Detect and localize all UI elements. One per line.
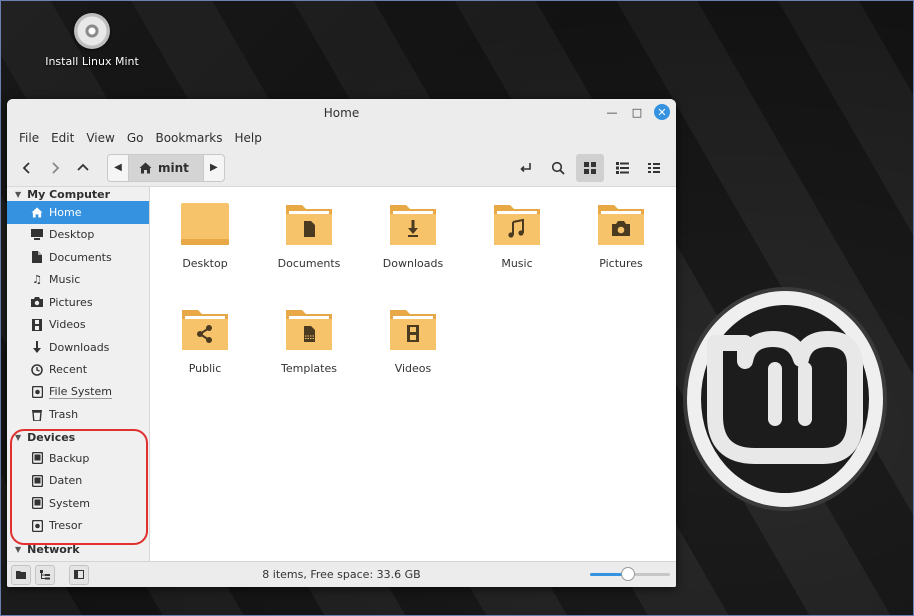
sidebar-item-videos[interactable]: Videos (7, 314, 149, 337)
path-left-arrow[interactable]: ◀ (108, 155, 128, 181)
list-icon (615, 162, 629, 174)
devices-highlight-annotation (10, 429, 148, 545)
mint-logo (683, 287, 887, 511)
file-view: Desktop Documents Downloads Music Pictur… (150, 187, 676, 561)
menu-go[interactable]: Go (121, 131, 150, 145)
sidebar-item-desktop[interactable]: Desktop (7, 224, 149, 247)
chevron-up-icon (77, 163, 89, 171)
sidebar: ▼ My Computer Home Desktop Documents ♫ M… (7, 187, 150, 561)
menu-help[interactable]: Help (229, 131, 268, 145)
folder-music-icon (494, 205, 540, 245)
grid-icon (584, 162, 596, 174)
search-button[interactable] (544, 154, 572, 182)
document-icon (31, 251, 43, 264)
camera-icon (31, 296, 43, 308)
icon-view-button[interactable] (576, 154, 604, 182)
folder-documents[interactable]: Documents (264, 201, 354, 270)
maximize-button[interactable]: □ (629, 104, 645, 120)
sidebar-item-recent[interactable]: Recent (7, 359, 149, 382)
compact-grid-icon (648, 163, 660, 173)
desktop-install-icon[interactable]: Install Linux Mint (39, 13, 145, 68)
sidebar-item-pictures[interactable]: Pictures (7, 291, 149, 314)
file-manager-window: Home — □ ✕ File Edit View Go Bookmarks H… (7, 99, 676, 587)
drive-icon (31, 386, 43, 399)
status-bar: 8 items, Free space: 33.6 GB (7, 561, 676, 587)
menu-bar: File Edit View Go Bookmarks Help (7, 127, 676, 149)
home-icon (31, 206, 43, 218)
forward-button[interactable] (41, 154, 69, 182)
sidebar-item-documents[interactable]: Documents (7, 246, 149, 269)
zoom-knob[interactable] (621, 567, 636, 581)
toolbar: ◀ mint ▶ (7, 149, 676, 187)
desktop-icon-label: Install Linux Mint (45, 55, 139, 68)
folder-icon (181, 203, 229, 245)
download-icon (31, 341, 43, 354)
menu-view[interactable]: View (80, 131, 120, 145)
trash-icon (31, 409, 43, 421)
triangle-down-icon: ▼ (15, 544, 22, 554)
sidebar-item-music[interactable]: ♫ Music (7, 269, 149, 292)
sidebar-header-my-computer[interactable]: ▼ My Computer (7, 187, 149, 201)
close-button[interactable]: ✕ (654, 104, 670, 120)
folder-desktop[interactable]: Desktop (160, 201, 250, 270)
path-bar: ◀ mint ▶ (107, 153, 225, 182)
path-right-arrow[interactable]: ▶ (204, 155, 224, 181)
minimize-button[interactable]: — (604, 104, 620, 120)
zoom-slider[interactable] (590, 567, 670, 581)
triangle-down-icon: ▼ (15, 189, 22, 199)
status-text: 8 items, Free space: 33.6 GB (262, 568, 421, 581)
chevron-left-icon (22, 161, 30, 174)
menu-edit[interactable]: Edit (45, 131, 80, 145)
sidebar-item-file-system[interactable]: File System (7, 381, 149, 404)
sidebar-item-downloads[interactable]: Downloads (7, 336, 149, 359)
folder-videos-icon (390, 310, 436, 350)
folder-videos[interactable]: Videos (368, 306, 458, 375)
folder-templates[interactable]: Templates (264, 306, 354, 375)
desktop-icon (31, 229, 43, 241)
path-crumb-home[interactable]: mint (128, 154, 204, 181)
music-icon: ♫ (32, 273, 42, 287)
sidebar-item-trash[interactable]: Trash (7, 404, 149, 427)
folder-downloads-icon (390, 205, 436, 245)
up-button[interactable] (69, 154, 97, 182)
folder-documents-icon (286, 205, 332, 245)
sidebar-item-home[interactable]: Home (7, 201, 149, 224)
menu-bookmarks[interactable]: Bookmarks (149, 131, 228, 145)
menu-file[interactable]: File (13, 131, 45, 145)
film-icon (31, 318, 43, 331)
folder-public[interactable]: Public (160, 306, 250, 375)
path-crumb-label: mint (158, 160, 189, 175)
enter-icon (520, 163, 531, 173)
title-bar[interactable]: Home — □ ✕ (7, 99, 676, 127)
home-icon (139, 162, 152, 173)
folder-templates-icon (286, 310, 332, 350)
chevron-right-icon (52, 161, 60, 174)
folder-pictures-icon (598, 205, 644, 245)
folder-pictures[interactable]: Pictures (576, 201, 666, 270)
clock-icon (31, 364, 43, 376)
back-button[interactable] (13, 154, 41, 182)
folder-music[interactable]: Music (472, 201, 562, 270)
folder-downloads[interactable]: Downloads (368, 201, 458, 270)
search-icon (551, 161, 565, 175)
toggle-location-button[interactable] (512, 154, 540, 182)
disc-icon (74, 13, 110, 49)
window-title: Home (323, 106, 360, 120)
folder-public-icon (182, 310, 228, 350)
compact-view-button[interactable] (640, 154, 668, 182)
list-view-button[interactable] (608, 154, 636, 182)
